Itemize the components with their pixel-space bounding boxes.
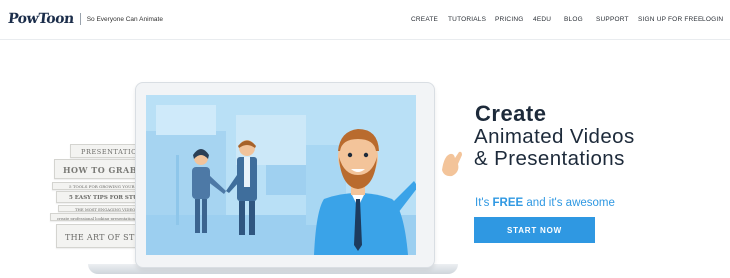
tagline-free: FREE — [492, 197, 524, 209]
site-header: PowToon So Everyone Can Animate CREATE T… — [0, 0, 730, 40]
office-scene-illustration — [146, 95, 416, 255]
laptop-illustration — [135, 82, 435, 268]
main-nav: CREATE TUTORIALS PRICING 4EDU BLOG SUPPO… — [0, 16, 730, 28]
laptop-screen — [146, 95, 416, 255]
waving-hand-icon — [442, 151, 462, 177]
nav-sign-up[interactable]: SIGN UP FOR FREE — [638, 16, 702, 23]
tagline-suffix: and it's awesome — [523, 197, 615, 209]
nav-tutorials[interactable]: TUTORIALS — [448, 16, 486, 23]
hero-subtitle: Animated Videos & Presentations — [474, 126, 635, 170]
hero-subtitle-line-1: Animated Videos — [474, 125, 635, 148]
hero-tagline: It's FREE and it's awesome — [475, 197, 615, 209]
hero-subtitle-line-2: & Presentations — [474, 147, 625, 170]
tagline-prefix: It's — [475, 197, 493, 209]
hero-title: Create — [475, 101, 547, 126]
start-now-button[interactable]: START NOW — [474, 217, 595, 243]
nav-create[interactable]: CREATE — [411, 16, 438, 23]
nav-support[interactable]: SUPPORT — [596, 16, 629, 23]
nav-blog[interactable]: BLOG — [564, 16, 583, 23]
nav-4edu[interactable]: 4EDU — [533, 16, 551, 23]
nav-pricing[interactable]: PRICING — [495, 16, 524, 23]
nav-login[interactable]: LOGIN — [702, 16, 723, 23]
